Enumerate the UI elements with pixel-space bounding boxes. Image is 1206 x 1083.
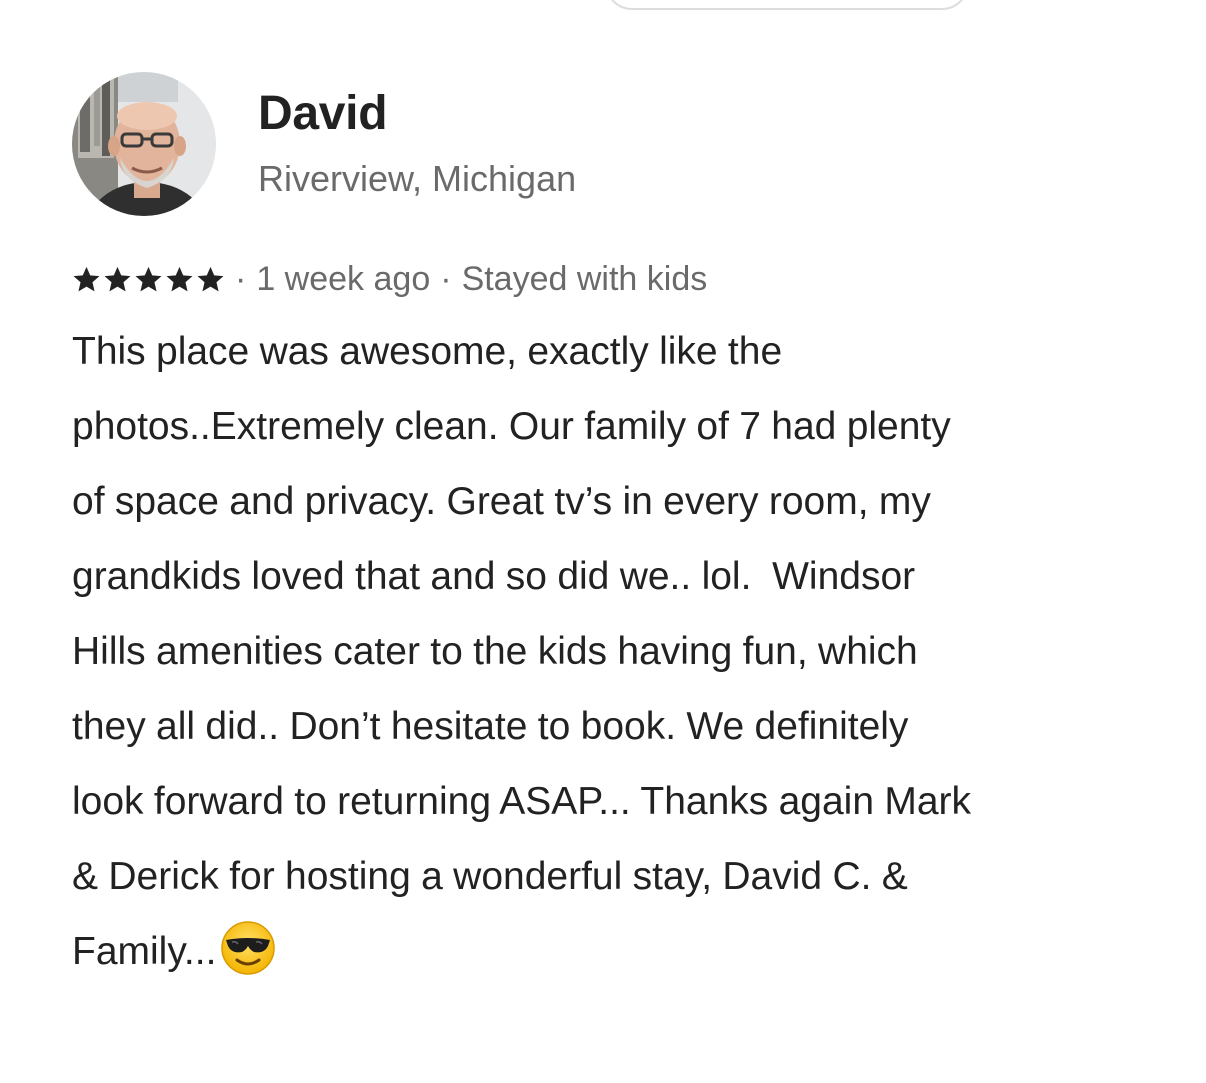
star-icon xyxy=(135,266,162,291)
review-meta-row: · 1 week ago · Stayed with kids xyxy=(72,256,707,302)
stay-type: Stayed with kids xyxy=(461,259,708,298)
top-pill-button[interactable] xyxy=(605,0,969,10)
reviewer-name: David xyxy=(258,87,388,140)
meta-separator: · xyxy=(440,259,452,298)
reviewer-location: Riverview, Michigan xyxy=(258,158,577,199)
star-icon xyxy=(73,266,100,291)
review-text: This place was awesome, exactly like the… xyxy=(72,330,972,973)
star-rating xyxy=(72,265,225,294)
avatar[interactable] xyxy=(72,72,216,216)
review-body: This place was awesome, exactly like the… xyxy=(72,314,1172,989)
sunglasses-emoji-icon xyxy=(221,921,276,975)
star-icon xyxy=(104,266,131,291)
star-icon xyxy=(166,266,193,291)
meta-separator: · xyxy=(235,259,247,298)
review-date: 1 week ago xyxy=(256,259,431,298)
star-icon xyxy=(197,266,224,291)
